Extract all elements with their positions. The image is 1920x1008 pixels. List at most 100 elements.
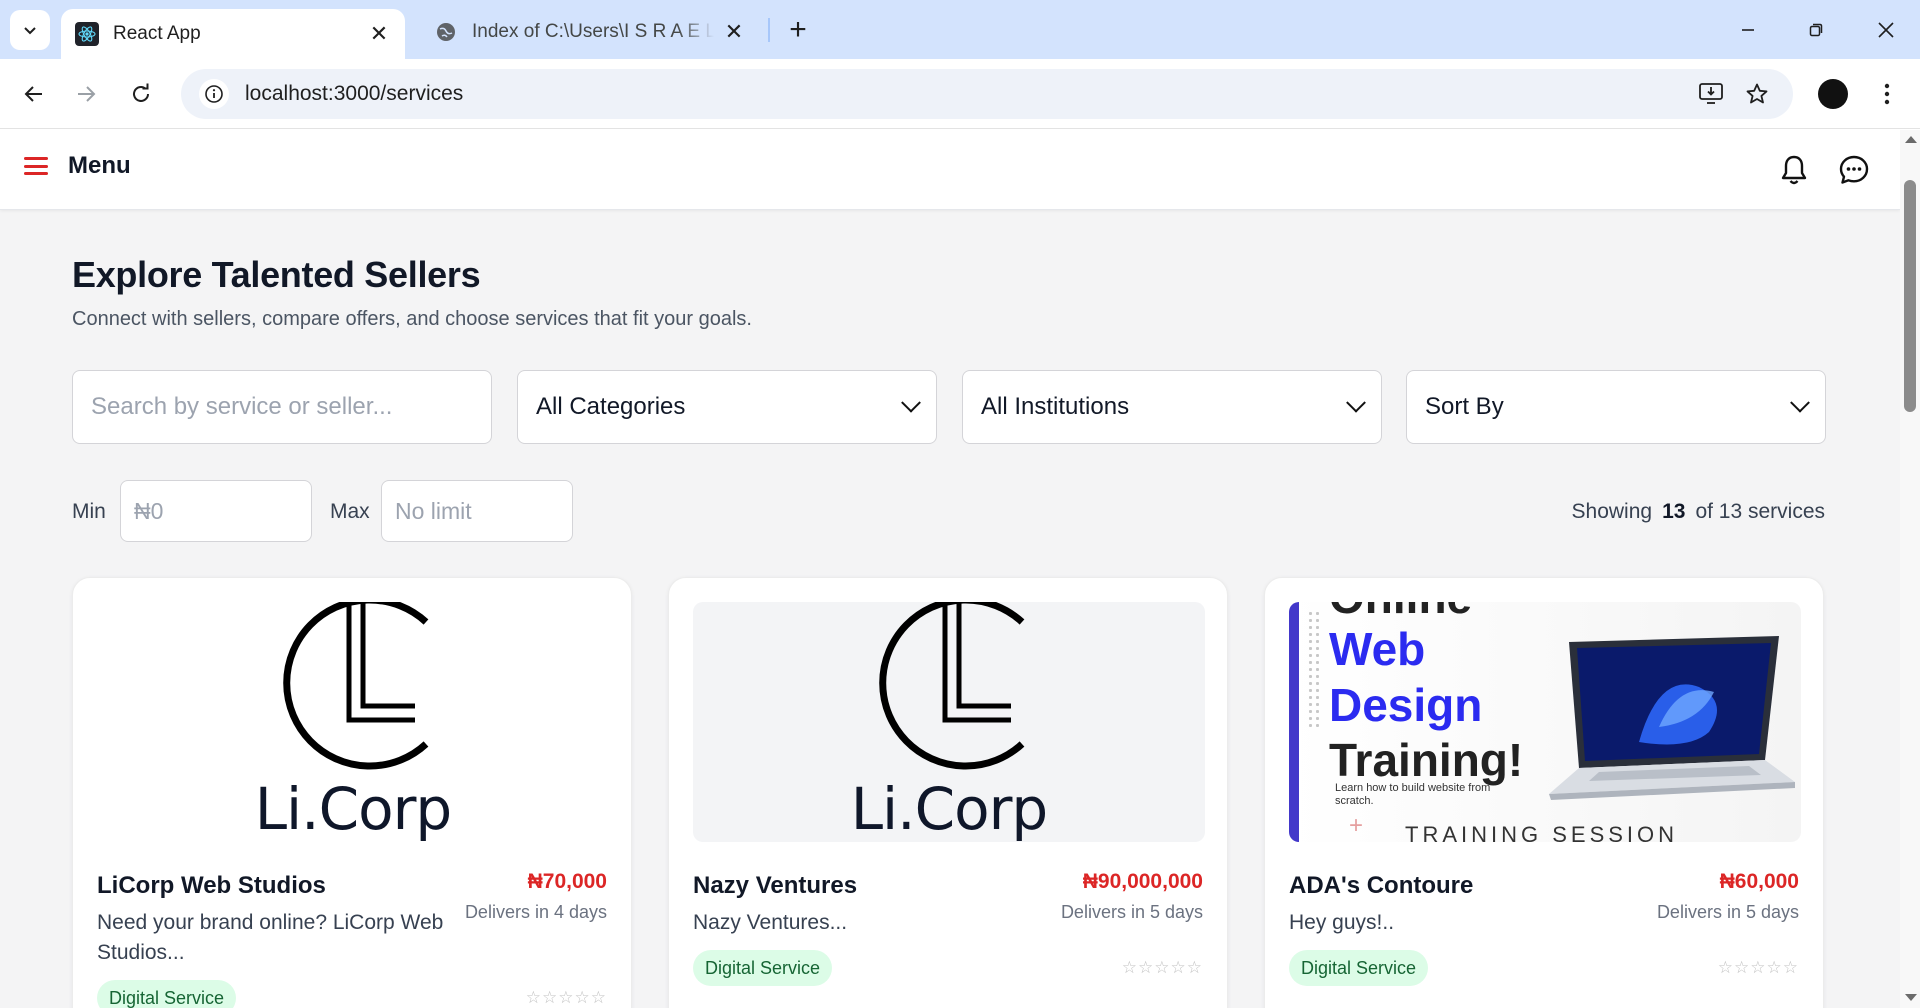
- chevron-down-icon: [24, 27, 36, 35]
- search-field: [72, 370, 492, 444]
- bookmark-button[interactable]: [1739, 79, 1775, 109]
- minimize-icon: [1742, 28, 1754, 31]
- sort-select-value: Sort By: [1425, 393, 1504, 420]
- menu-button[interactable]: Menu: [24, 152, 131, 180]
- info-icon[interactable]: [199, 79, 229, 109]
- licorp-logo: Li.Corp: [97, 602, 609, 842]
- service-price: ₦90,000,000: [1082, 870, 1203, 893]
- messages-button[interactable]: [1836, 152, 1872, 188]
- tab-search-button[interactable]: [10, 10, 50, 50]
- results-count: Showing 13 of 13 services: [1572, 500, 1825, 524]
- plus-icon: +: [1349, 812, 1364, 839]
- service-name: Nazy Ventures: [693, 872, 858, 899]
- service-description: Need your brand online? LiCorp Web Studi…: [97, 911, 444, 964]
- kebab-menu-icon: [1884, 83, 1890, 105]
- globe-icon: [434, 20, 458, 44]
- chevron-down-icon: [1346, 392, 1366, 413]
- promo-session-label: TRAINING SESSION: [1405, 822, 1679, 842]
- close-icon: [1878, 21, 1894, 38]
- service-image: Li.Corp: [97, 602, 609, 842]
- chevron-down-icon: [1790, 392, 1810, 413]
- scrollbar-thumb[interactable]: [1904, 180, 1916, 412]
- forward-button[interactable]: [66, 74, 106, 114]
- new-tab-button[interactable]: +: [780, 12, 816, 48]
- promo-dots: [1307, 610, 1321, 730]
- page-viewport: Menu Explore Talented Sellers Connect wi…: [0, 130, 1900, 1008]
- browser-tabstrip: React App ✕ Index of C:\Users\I S R A E …: [0, 0, 1920, 59]
- notifications-button[interactable]: [1776, 152, 1812, 188]
- licorp-logo: Li.Corp: [693, 602, 1205, 842]
- page-title: Explore Talented Sellers: [72, 254, 481, 295]
- app-header: Menu: [0, 130, 1900, 210]
- logo-text: Li.Corp: [850, 775, 1049, 842]
- more-options-button[interactable]: [1872, 77, 1902, 111]
- page-scrollbar[interactable]: [1900, 130, 1920, 1008]
- max-price-label: Max: [330, 500, 370, 523]
- reload-button[interactable]: [121, 74, 161, 114]
- delivery-time: Delivers in 5 days: [1060, 902, 1203, 922]
- service-image: Online Web Design Training! Learn how to…: [1289, 602, 1801, 842]
- results-prefix: Showing: [1571, 500, 1653, 523]
- logo-text: Li.Corp: [254, 775, 453, 842]
- tab-title: Index of C:\Users\I S R A E L\De: [472, 21, 714, 42]
- back-button[interactable]: [14, 74, 54, 114]
- profile-avatar[interactable]: [1818, 79, 1848, 109]
- window-close-button[interactable]: [1852, 0, 1920, 59]
- service-image: Li.Corp: [693, 602, 1205, 842]
- institution-select-value: All Institutions: [981, 393, 1130, 420]
- tab-react-app[interactable]: React App ✕: [61, 9, 405, 59]
- min-price-input[interactable]: [134, 497, 298, 525]
- reload-icon: [133, 83, 149, 102]
- promo-heading-line0: Online: [1329, 602, 1472, 620]
- address-bar[interactable]: localhost:3000/services: [181, 69, 1793, 119]
- install-icon: [1699, 83, 1723, 104]
- results-number: 13: [1662, 500, 1686, 523]
- rating-stars: ☆☆☆☆☆: [525, 988, 607, 1007]
- tab-index[interactable]: Index of C:\Users\I S R A E L\De ✕: [420, 9, 760, 55]
- search-input[interactable]: [91, 393, 473, 421]
- sort-select[interactable]: Sort By: [1406, 370, 1826, 444]
- min-price-label: Min: [72, 500, 106, 523]
- results-suffix: of 13 services: [1695, 500, 1825, 523]
- promo-caption: Learn how to build website from scratch.: [1335, 782, 1491, 807]
- close-icon[interactable]: ✕: [722, 19, 746, 44]
- service-price: ₦60,000: [1719, 870, 1799, 893]
- tab-separator: [768, 18, 770, 42]
- url-text: localhost:3000/services: [245, 82, 464, 105]
- rating-stars: ☆☆☆☆☆: [1121, 958, 1203, 977]
- restore-button[interactable]: [1782, 0, 1850, 59]
- category-badge: Digital Service: [693, 950, 833, 986]
- page-subtitle: Connect with sellers, compare offers, an…: [72, 308, 752, 330]
- max-price-field: [381, 480, 573, 542]
- training-promo-image: Online Web Design Training! Learn how to…: [1289, 602, 1801, 842]
- service-name: ADA's Contoure: [1289, 872, 1474, 899]
- promo-accent-bar: [1289, 602, 1299, 842]
- service-card[interactable]: Li.Corp LiCorp Web Studios ₦70,000 Deliv…: [72, 577, 632, 1008]
- restore-icon: [1809, 23, 1823, 36]
- scroll-up-icon[interactable]: [1905, 136, 1917, 143]
- promo-heading-line3: Training!: [1329, 734, 1524, 786]
- promo-heading-line2: Design: [1329, 679, 1483, 731]
- chat-icon: [1839, 155, 1869, 184]
- service-description: Hey guys!..: [1289, 911, 1395, 934]
- scroll-down-icon[interactable]: [1905, 994, 1917, 1001]
- menu-label: Menu: [68, 152, 131, 179]
- service-card[interactable]: Online Web Design Training! Learn how to…: [1264, 577, 1824, 1008]
- minimize-button[interactable]: [1714, 0, 1782, 59]
- bell-icon: [1781, 155, 1807, 185]
- hamburger-icon: [24, 155, 48, 177]
- close-icon[interactable]: ✕: [367, 21, 391, 46]
- category-select[interactable]: All Categories: [517, 370, 937, 444]
- institution-select[interactable]: All Institutions: [962, 370, 1382, 444]
- chevron-down-icon: [901, 392, 921, 413]
- arrow-left-icon: [24, 86, 42, 102]
- rating-stars: ☆☆☆☆☆: [1717, 958, 1799, 977]
- service-card[interactable]: Li.Corp Nazy Ventures ₦90,000,000 Delive…: [668, 577, 1228, 1008]
- min-price-field: [120, 480, 312, 542]
- laptop-icon: [1549, 636, 1795, 800]
- service-name: LiCorp Web Studios: [97, 872, 326, 899]
- arrow-right-icon: [78, 86, 96, 102]
- install-app-button[interactable]: [1693, 79, 1729, 109]
- max-price-input[interactable]: [395, 497, 559, 525]
- service-price: ₦70,000: [527, 870, 607, 893]
